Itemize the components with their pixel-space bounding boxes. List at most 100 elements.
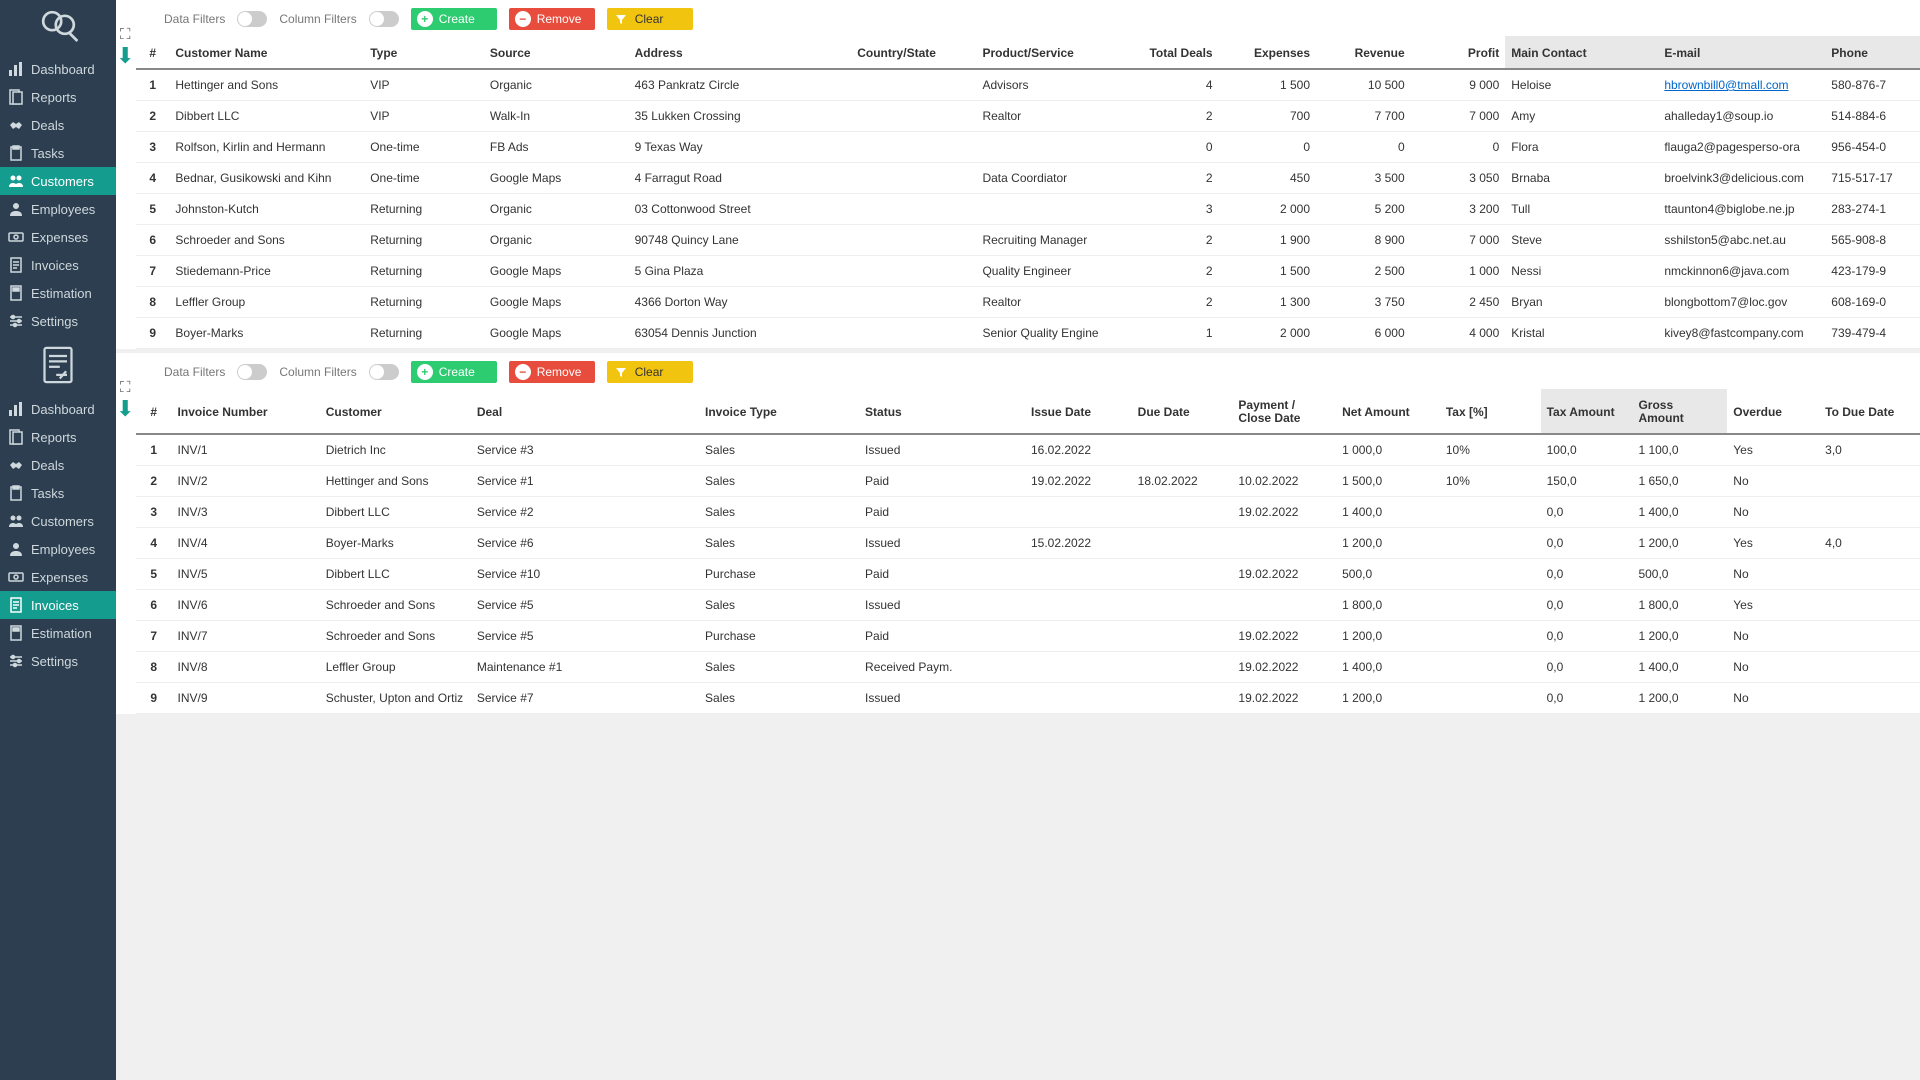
column-header[interactable]: Customer (320, 389, 471, 434)
sidebar-item-employees[interactable]: Employees (0, 535, 116, 563)
column-header[interactable]: Overdue (1727, 389, 1819, 434)
sidebar-item-dashboard[interactable]: Dashboard (0, 55, 116, 83)
column-header[interactable]: Phone (1825, 36, 1920, 69)
column-header[interactable]: Total Deals (1121, 36, 1218, 69)
sidebar-item-deals[interactable]: Deals (0, 111, 116, 139)
column-header[interactable]: Invoice Type (699, 389, 859, 434)
column-header[interactable]: Payment / Close Date (1232, 389, 1336, 434)
column-header[interactable]: Revenue (1316, 36, 1411, 69)
column-filters-toggle[interactable] (369, 364, 399, 380)
column-header[interactable]: Type (364, 36, 484, 69)
table-row[interactable]: 3Rolfson, Kirlin and HermannOne-timeFB A… (136, 132, 1920, 163)
table-cell: Steve (1505, 225, 1658, 256)
table-row[interactable]: 6INV/6Schroeder and SonsService #5SalesI… (136, 590, 1920, 621)
plus-icon: + (417, 364, 433, 380)
column-header[interactable]: Address (629, 36, 852, 69)
handshake-icon (8, 457, 24, 473)
column-header[interactable]: Main Contact (1505, 36, 1658, 69)
sidebar-item-reports[interactable]: Reports (0, 423, 116, 451)
table-cell: 0,0 (1541, 497, 1633, 528)
table-cell: 4 (1121, 69, 1218, 101)
table-row[interactable]: 5Johnston-KutchReturningOrganic03 Cotton… (136, 194, 1920, 225)
table-row[interactable]: 9INV/9Schuster, Upton and OrtizService #… (136, 683, 1920, 714)
table-cell (851, 256, 976, 287)
column-header[interactable]: # (136, 36, 169, 69)
clear-button[interactable]: Clear (607, 361, 693, 383)
column-header[interactable]: Gross Amount (1632, 389, 1727, 434)
sidebar-item-invoices[interactable]: Invoices (0, 251, 116, 279)
create-button[interactable]: +Create (411, 8, 497, 30)
sidebar-item-estimation[interactable]: Estimation (0, 619, 116, 647)
data-filters-toggle[interactable] (237, 364, 267, 380)
table-cell (1819, 683, 1920, 714)
table-row[interactable]: 6Schroeder and SonsReturningOrganic90748… (136, 225, 1920, 256)
table-row[interactable]: 1Hettinger and SonsVIPOrganic463 Pankrat… (136, 69, 1920, 101)
column-header[interactable]: To Due Date (1819, 389, 1920, 434)
sidebar-item-tasks[interactable]: Tasks (0, 139, 116, 167)
table-cell: 3 750 (1316, 287, 1411, 318)
table-row[interactable]: 7Stiedemann-PriceReturningGoogle Maps5 G… (136, 256, 1920, 287)
sidebar-item-label: Dashboard (31, 62, 95, 77)
table-row[interactable]: 8INV/8Leffler GroupMaintenance #1SalesRe… (136, 652, 1920, 683)
column-header[interactable]: Product/Service (976, 36, 1121, 69)
sidebar-item-tasks[interactable]: Tasks (0, 479, 116, 507)
sidebar-item-estimation[interactable]: Estimation (0, 279, 116, 307)
column-header[interactable]: Invoice Number (172, 389, 320, 434)
clear-button[interactable]: Clear (607, 8, 693, 30)
column-header[interactable]: Profit (1411, 36, 1506, 69)
sidebar-item-customers[interactable]: Customers (0, 507, 116, 535)
column-header[interactable]: Country/State (851, 36, 976, 69)
column-header[interactable]: E-mail (1658, 36, 1825, 69)
column-header[interactable]: Expenses (1219, 36, 1316, 69)
column-header[interactable]: Status (859, 389, 1025, 434)
sidebar-item-employees[interactable]: Employees (0, 195, 116, 223)
table-row[interactable]: 2INV/2Hettinger and SonsService #1SalesP… (136, 466, 1920, 497)
column-header[interactable]: Net Amount (1336, 389, 1440, 434)
arrow-down-icon[interactable]: ⬇ (116, 45, 134, 67)
table-cell (1232, 434, 1336, 466)
table-cell: Boyer-Marks (320, 528, 471, 559)
column-header[interactable]: Tax [%] (1440, 389, 1541, 434)
column-header[interactable]: Customer Name (169, 36, 364, 69)
table-row[interactable]: 4INV/4Boyer-MarksService #6SalesIssued15… (136, 528, 1920, 559)
email-link[interactable]: hbrownbill0@tmall.com (1664, 78, 1788, 92)
expand-icon[interactable]: ⛶ (120, 26, 131, 43)
sidebar-item-expenses[interactable]: Expenses (0, 223, 116, 251)
sidebar-item-label: Tasks (31, 146, 64, 161)
create-button[interactable]: +Create (411, 361, 497, 383)
column-header[interactable]: Issue Date (1025, 389, 1132, 434)
sidebar-item-deals[interactable]: Deals (0, 451, 116, 479)
table-row[interactable]: 2Dibbert LLCVIPWalk-In35 Lukken Crossing… (136, 101, 1920, 132)
sidebar-item-invoices[interactable]: Invoices (0, 591, 116, 619)
data-filters-toggle[interactable] (237, 11, 267, 27)
table-cell: 0,0 (1541, 652, 1633, 683)
table-row[interactable]: 3INV/3Dibbert LLCService #2SalesPaid19.0… (136, 497, 1920, 528)
table-row[interactable]: 4Bednar, Gusikowski and KihnOne-timeGoog… (136, 163, 1920, 194)
sidebar-item-customers[interactable]: Customers (0, 167, 116, 195)
sidebar-item-settings[interactable]: Settings (0, 647, 116, 675)
table-row[interactable]: 5INV/5Dibbert LLCService #10PurchasePaid… (136, 559, 1920, 590)
remove-button[interactable]: −Remove (509, 361, 595, 383)
main-content: Data Filters Column Filters +Create −Rem… (116, 0, 1920, 1080)
sidebar-item-expenses[interactable]: Expenses (0, 563, 116, 591)
table-cell: Sales (699, 497, 859, 528)
table-row[interactable]: 8Leffler GroupReturningGoogle Maps4366 D… (136, 287, 1920, 318)
sidebar-item-label: Reports (31, 430, 77, 445)
table-row[interactable]: 9Boyer-MarksReturningGoogle Maps63054 De… (136, 318, 1920, 349)
expand-icon[interactable]: ⛶ (120, 379, 131, 396)
sidebar-item-reports[interactable]: Reports (0, 83, 116, 111)
column-header[interactable]: Due Date (1132, 389, 1233, 434)
table-cell: 5 200 (1316, 194, 1411, 225)
column-header[interactable]: Source (484, 36, 629, 69)
sidebar-item-settings[interactable]: Settings (0, 307, 116, 335)
clipboard-icon (8, 145, 24, 161)
remove-button[interactable]: −Remove (509, 8, 595, 30)
table-row[interactable]: 7INV/7Schroeder and SonsService #5Purcha… (136, 621, 1920, 652)
column-header[interactable]: Tax Amount (1541, 389, 1633, 434)
column-filters-toggle[interactable] (369, 11, 399, 27)
arrow-down-icon[interactable]: ⬇ (116, 398, 134, 420)
column-header[interactable]: # (136, 389, 172, 434)
sidebar-item-dashboard[interactable]: Dashboard (0, 395, 116, 423)
column-header[interactable]: Deal (471, 389, 699, 434)
table-row[interactable]: 1INV/1Dietrich IncService #3SalesIssued1… (136, 434, 1920, 466)
